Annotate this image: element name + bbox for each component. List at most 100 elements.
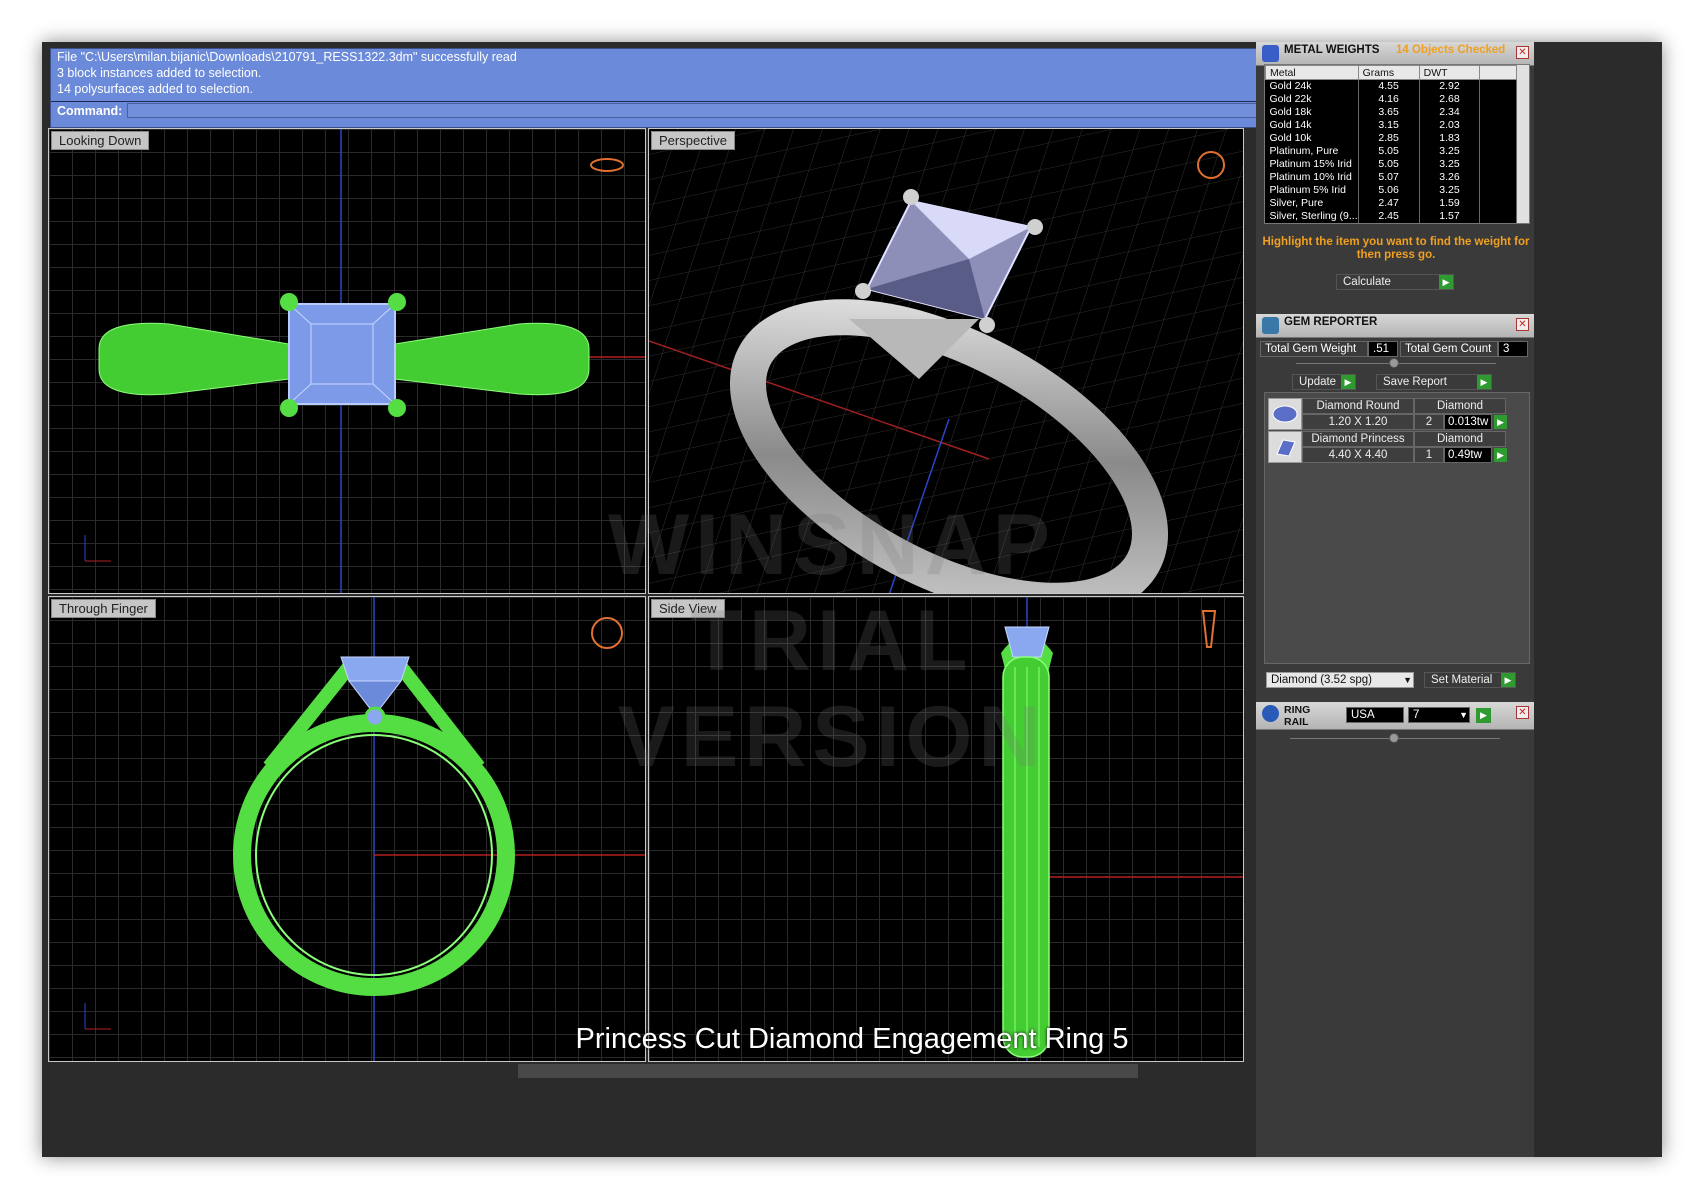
country-select[interactable]: USA bbox=[1346, 707, 1404, 723]
gem-type: Diamond bbox=[1414, 398, 1506, 414]
gem-name: Diamond Princess bbox=[1302, 431, 1414, 447]
viewport-label-front[interactable]: Through Finger bbox=[51, 599, 156, 618]
go-arrow-icon[interactable]: ▶ bbox=[1494, 448, 1507, 462]
objects-checked-status: 14 Objects Checked bbox=[1396, 44, 1506, 56]
metal-row[interactable]: Platinum 5% Irid 5.06 3.25 bbox=[1265, 183, 1517, 197]
metal-name: Gold 24k bbox=[1265, 79, 1359, 93]
front-view-wireframe bbox=[84, 597, 645, 1061]
viewport-perspective[interactable]: Perspective bbox=[648, 128, 1244, 594]
go-arrow-icon[interactable]: ▶ bbox=[1341, 375, 1355, 389]
gem-reporter-header: GEM REPORTER ✕ bbox=[1256, 314, 1534, 338]
metal-table-scrollbar[interactable] bbox=[1517, 65, 1529, 223]
blank-cell bbox=[1479, 79, 1517, 93]
ring-rail-header: RING RAIL USA 7 ▼ ▶ ✕ bbox=[1256, 702, 1534, 730]
gem-row-princess[interactable]: Diamond Princess Diamond 4.40 X 4.40 1 0… bbox=[1268, 431, 1508, 463]
dwt-value: 2.68 bbox=[1419, 92, 1481, 106]
grams-value: 3.15 bbox=[1358, 118, 1420, 132]
column-header-grams[interactable]: Grams bbox=[1357, 65, 1420, 80]
update-label: Update bbox=[1299, 376, 1337, 388]
dwt-value: 1.57 bbox=[1419, 209, 1481, 223]
viewport-looking-down[interactable]: Looking Down bbox=[48, 128, 646, 594]
calculate-button[interactable]: Calculate ▶ bbox=[1336, 274, 1454, 290]
ring-size-select[interactable]: 7 ▼ bbox=[1408, 707, 1470, 723]
metal-weights-header: METAL WEIGHTS 14 Objects Checked ✕ bbox=[1256, 42, 1534, 66]
total-gem-weight-value: .51 bbox=[1368, 341, 1398, 357]
gem-name: Diamond Round bbox=[1302, 398, 1414, 414]
metal-name: Platinum, Pure bbox=[1265, 144, 1359, 158]
gem-slider-knob[interactable] bbox=[1389, 358, 1399, 368]
metal-weights-instructions: Highlight the item you want to find the … bbox=[1262, 236, 1530, 261]
dwt-value: 1.83 bbox=[1419, 131, 1481, 145]
blank-cell bbox=[1479, 92, 1517, 106]
metal-row[interactable]: Platinum 15% Irid 5.05 3.25 bbox=[1265, 157, 1517, 171]
go-arrow-icon[interactable]: ▶ bbox=[1439, 275, 1453, 289]
go-arrow-icon[interactable]: ▶ bbox=[1501, 673, 1515, 687]
grams-value: 4.55 bbox=[1358, 79, 1420, 93]
metal-name: Platinum 5% Irid bbox=[1265, 183, 1359, 197]
total-gem-weight-label: Total Gem Weight bbox=[1260, 341, 1368, 357]
set-material-label: Set Material bbox=[1431, 674, 1493, 686]
close-icon[interactable]: ✕ bbox=[1516, 318, 1529, 331]
metal-name: Silver, Pure bbox=[1265, 196, 1359, 210]
table-header-row: Metal Grams DWT bbox=[1265, 65, 1517, 80]
viewport-through-finger[interactable]: Through Finger bbox=[48, 596, 646, 1062]
metal-row[interactable]: Gold 22k 4.16 2.68 bbox=[1265, 92, 1517, 106]
update-button[interactable]: Update ▶ bbox=[1292, 374, 1356, 390]
metal-row[interactable]: Silver, Sterling (9... 2.45 1.57 bbox=[1265, 209, 1517, 223]
grams-value: 5.05 bbox=[1358, 157, 1420, 171]
go-arrow-icon[interactable]: ▶ bbox=[1476, 708, 1491, 723]
metal-weights-icon bbox=[1262, 45, 1279, 62]
metal-weights-table[interactable]: Metal Grams DWT Gold 24k 4.55 2.92 Gold 22k… bbox=[1264, 64, 1530, 224]
command-input[interactable] bbox=[127, 103, 1267, 118]
top-view-wireframe bbox=[84, 129, 645, 593]
dwt-value: 1.59 bbox=[1419, 196, 1481, 210]
go-arrow-icon[interactable]: ▶ bbox=[1494, 415, 1507, 429]
plugin-panel: METAL WEIGHTS 14 Objects Checked ✕ Metal… bbox=[1256, 42, 1534, 1157]
chevron-down-icon[interactable]: ▼ bbox=[1459, 708, 1468, 723]
grams-value: 3.65 bbox=[1358, 105, 1420, 119]
ring-rail-icon bbox=[1262, 705, 1279, 722]
grams-value: 5.07 bbox=[1358, 170, 1420, 184]
grams-value: 4.16 bbox=[1358, 92, 1420, 106]
dwt-value: 3.26 bbox=[1419, 170, 1481, 184]
close-icon[interactable]: ✕ bbox=[1516, 46, 1529, 59]
column-header-metal[interactable]: Metal bbox=[1265, 65, 1359, 80]
gem-weight: 0.013tw bbox=[1444, 414, 1492, 430]
metal-row[interactable]: Platinum, Pure 5.05 3.25 bbox=[1265, 144, 1517, 158]
viewport-side-view[interactable]: Side View bbox=[648, 596, 1244, 1062]
viewport-label-perspective[interactable]: Perspective bbox=[651, 131, 735, 150]
metal-row[interactable]: Gold 24k 4.55 2.92 bbox=[1265, 79, 1517, 93]
metal-row[interactable]: Gold 14k 3.15 2.03 bbox=[1265, 118, 1517, 132]
gem-row-round[interactable]: Diamond Round Diamond 1.20 X 1.20 2 0.01… bbox=[1268, 398, 1508, 430]
metal-row[interactable]: Gold 10k 2.85 1.83 bbox=[1265, 131, 1517, 145]
metal-row[interactable]: Silver, Pure 2.47 1.59 bbox=[1265, 196, 1517, 210]
dwt-value: 2.34 bbox=[1419, 105, 1481, 119]
viewport-label-top[interactable]: Looking Down bbox=[51, 131, 150, 150]
metal-row[interactable]: Gold 18k 3.65 2.34 bbox=[1265, 105, 1517, 119]
save-report-label: Save Report bbox=[1383, 376, 1447, 388]
grams-value: 5.05 bbox=[1358, 144, 1420, 158]
grams-value: 2.45 bbox=[1358, 209, 1420, 223]
blank-cell bbox=[1479, 131, 1517, 145]
go-arrow-icon[interactable]: ▶ bbox=[1477, 375, 1491, 389]
chevron-down-icon[interactable]: ▼ bbox=[1403, 673, 1412, 688]
material-select[interactable]: Diamond (3.52 spg) ▼ bbox=[1266, 672, 1414, 688]
metal-name: Platinum 10% Irid bbox=[1265, 170, 1359, 184]
close-icon[interactable]: ✕ bbox=[1516, 706, 1529, 719]
history-line-3: 14 polysurfaces added to selection. bbox=[57, 82, 253, 96]
ring-rail-slider-knob[interactable] bbox=[1389, 733, 1399, 743]
calculate-label: Calculate bbox=[1343, 276, 1391, 288]
gem-size: 4.40 X 4.40 bbox=[1302, 447, 1414, 463]
dwt-value: 3.25 bbox=[1419, 144, 1481, 158]
column-header-dwt[interactable]: DWT bbox=[1418, 65, 1481, 80]
rhino-window: File "C:\Users\milan.bijanic\Downloads\2… bbox=[42, 42, 1662, 1157]
side-view-wireframe bbox=[1001, 597, 1243, 1061]
set-material-button[interactable]: Set Material ▶ bbox=[1424, 672, 1516, 688]
command-history[interactable]: File "C:\Users\milan.bijanic\Downloads\2… bbox=[50, 48, 1340, 128]
save-report-button[interactable]: Save Report ▶ bbox=[1376, 374, 1492, 390]
horizontal-scrollbar[interactable] bbox=[518, 1064, 1138, 1078]
metal-row[interactable]: Platinum 10% Irid 5.07 3.26 bbox=[1265, 170, 1517, 184]
viewport-label-side[interactable]: Side View bbox=[651, 599, 725, 618]
round-diamond-icon bbox=[1268, 398, 1302, 430]
history-line-1: File "C:\Users\milan.bijanic\Downloads\2… bbox=[57, 50, 517, 64]
